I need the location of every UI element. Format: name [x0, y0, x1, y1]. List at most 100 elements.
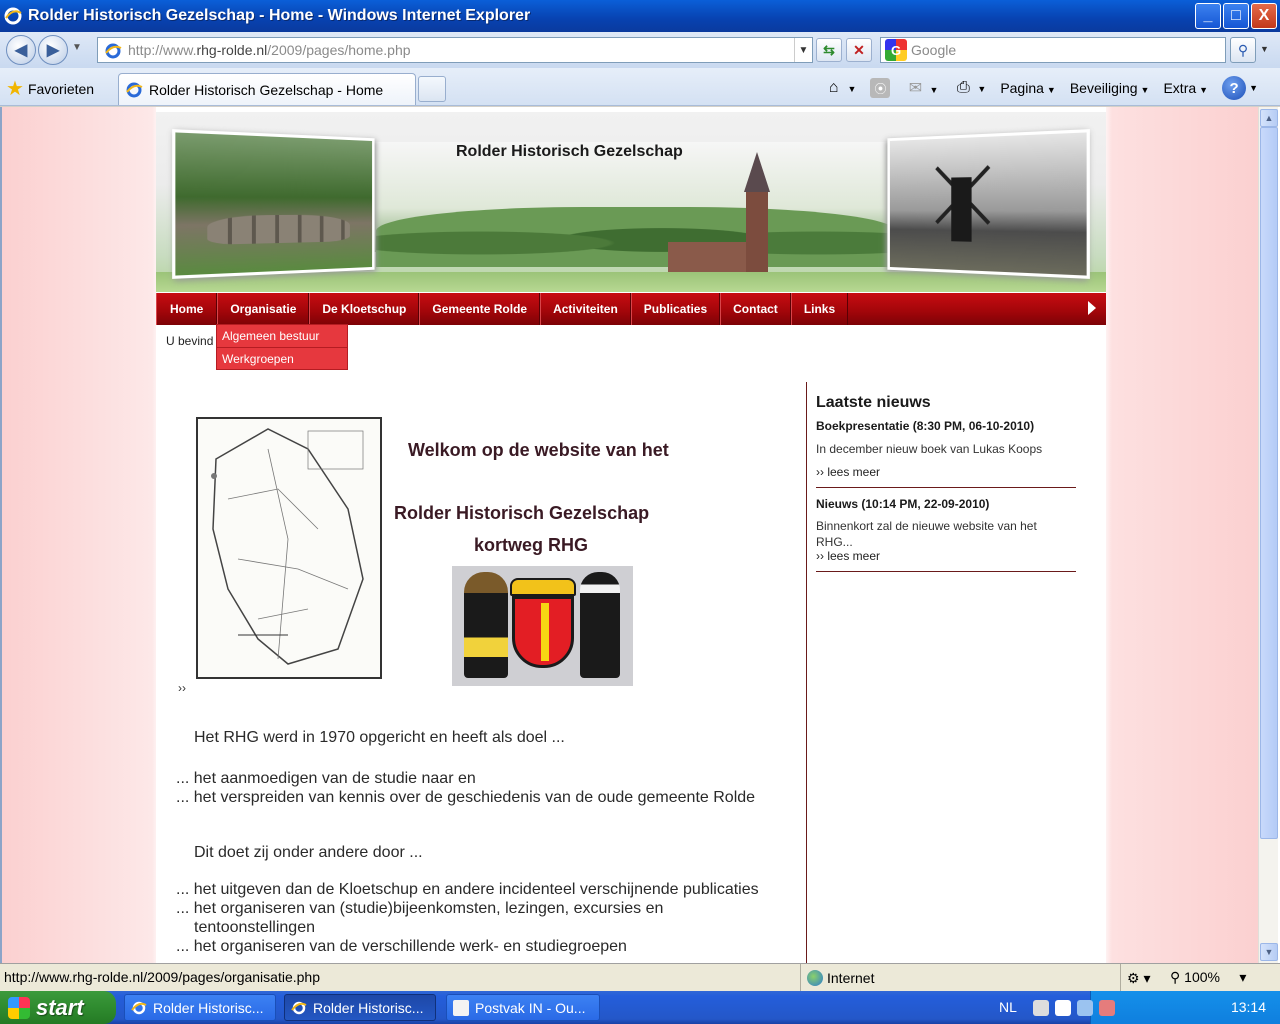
welcome-line-2: Rolder Historisch Gezelschap [394, 503, 649, 524]
address-bar[interactable]: http://www.rhg-rolde.nl/2009/pages/home.… [97, 37, 813, 63]
google-icon: G [885, 39, 907, 61]
favorites-label: Favorieten [28, 81, 94, 97]
nav-arrow-icon[interactable] [1088, 301, 1096, 315]
submenu-werkgroepen[interactable]: Werkgroepen [217, 347, 347, 369]
search-icon[interactable]: ⚲ [1230, 37, 1256, 63]
nav-activiteiten[interactable]: Activiteiten [540, 293, 631, 325]
page-ie-icon [104, 42, 122, 60]
minimize-button[interactable]: _ [1195, 3, 1221, 29]
column-divider [806, 382, 807, 963]
printer-icon: ⎙ [952, 77, 974, 99]
refresh-icon[interactable]: ⇆ [816, 38, 842, 62]
zoom-level[interactable]: ⚲ 100% ▾ [1170, 969, 1246, 986]
nav-gemeente-rolde[interactable]: Gemeente Rolde [419, 293, 540, 325]
globe-icon [807, 970, 823, 986]
news-separator [816, 487, 1076, 488]
ie-icon [291, 1000, 307, 1016]
means-item-1: ... het uitgeven dan de Kloetschup en an… [176, 880, 759, 899]
vertical-scrollbar[interactable]: ▲ ▼ [1258, 107, 1278, 963]
means-item-3: ... het organiseren van de verschillende… [176, 937, 627, 956]
site-title: Rolder Historisch Gezelschap [456, 143, 683, 161]
tab-title: Rolder Historisch Gezelschap - Home [149, 82, 383, 98]
close-button[interactable]: X [1251, 3, 1277, 29]
submenu-algemeen-bestuur[interactable]: Algemeen bestuur [217, 325, 347, 347]
back-button[interactable]: ◀ [6, 35, 36, 65]
welcome-line-3: kortweg RHG [474, 535, 588, 556]
mail-icon: ✉ [904, 77, 926, 99]
taskbar-item-ie-2[interactable]: Rolder Historisc... [284, 994, 436, 1021]
breadcrumb: U bevind [166, 334, 213, 348]
church-spire [744, 152, 770, 192]
map-link-arrow[interactable]: ›› [178, 681, 186, 695]
security-tray-icon[interactable] [1099, 1000, 1115, 1016]
news-item-title: Nieuws (10:14 PM, 22-09-2010) [816, 497, 989, 511]
maximize-button[interactable]: □ [1223, 3, 1249, 29]
security-zone[interactable]: Internet [800, 964, 874, 992]
language-indicator[interactable]: NL [999, 999, 1017, 1015]
tab-home[interactable]: Rolder Historisch Gezelschap - Home [118, 73, 416, 105]
command-bar: ⌂ ▼ ⦿ ✉ ▼ ⎙ ▼ Pagina ▼ Beveiliging ▼ Extra ▼ ?… [823, 76, 1258, 100]
tray-arrow-icon[interactable] [1055, 1000, 1071, 1016]
home-icon: ⌂ [823, 77, 845, 99]
security-menu[interactable]: Beveiliging ▼ [1070, 80, 1150, 96]
nav-organisatie[interactable]: Organisatie [217, 293, 309, 325]
mail-button[interactable]: ✉ ▼ [904, 77, 938, 99]
banner-grass [156, 272, 1106, 292]
search-placeholder: Google [911, 42, 956, 58]
tools-menu[interactable]: Extra ▼ [1163, 80, 1208, 96]
start-button[interactable]: start [0, 991, 116, 1024]
organisatie-submenu: Algemeen bestuur Werkgroepen [216, 324, 348, 370]
search-dropdown-icon[interactable]: ▼ [1260, 44, 1269, 54]
page-menu[interactable]: Pagina ▼ [1000, 80, 1056, 96]
nav-publicaties[interactable]: Publicaties [631, 293, 720, 325]
ie-logo-icon [4, 7, 22, 25]
news-item-body: Binnenkort zal de nieuwe website van het… [816, 518, 1056, 550]
scroll-thumb[interactable] [1260, 127, 1278, 839]
address-dropdown-icon[interactable]: ▼ [794, 38, 812, 62]
clock: 13:14 [1231, 999, 1266, 1015]
intro-text: Het RHG werd in 1970 opgericht en heeft … [176, 728, 565, 747]
goal-item-1: ... het aanmoedigen van de studie naar e… [176, 769, 476, 788]
home-button[interactable]: ⌂ ▼ [823, 77, 857, 99]
news-heading: Laatste nieuws [816, 394, 931, 412]
favorites-button[interactable]: ★ Favorieten [6, 76, 94, 101]
status-url: http://www.rhg-rolde.nl/2009/pages/organ… [4, 969, 320, 985]
address-url: http://www.rhg-rolde.nl/2009/pages/home.… [128, 42, 411, 58]
scroll-down-icon[interactable]: ▼ [1260, 943, 1278, 961]
status-bar: http://www.rhg-rolde.nl/2009/pages/organ… [0, 963, 1280, 991]
tab-ie-icon [125, 81, 143, 99]
search-input[interactable]: G Google [880, 37, 1226, 63]
ie-icon [131, 1000, 147, 1016]
print-button[interactable]: ⎙ ▼ [952, 77, 986, 99]
new-tab-button[interactable] [418, 76, 446, 102]
header-banner: Rolder Historisch Gezelschap [156, 112, 1106, 292]
window-titlebar: Rolder Historisch Gezelschap - Home - Wi… [0, 0, 1280, 32]
keyboard-icon[interactable] [1033, 1000, 1049, 1016]
news-read-more-link[interactable]: ›› lees meer [816, 465, 880, 479]
scroll-up-icon[interactable]: ▲ [1260, 109, 1278, 127]
forward-button[interactable]: ▶ [38, 35, 68, 65]
rolde-coat-of-arms-image [452, 566, 633, 686]
means-intro-text: Dit doet zij onder andere door ... [176, 843, 423, 862]
windmill-photo [887, 129, 1089, 279]
nav-home[interactable]: Home [156, 293, 217, 325]
news-read-more-link[interactable]: ›› lees meer [816, 549, 880, 563]
church-tower [746, 187, 768, 282]
protected-mode-icon[interactable]: ⚙ ▾ [1120, 964, 1150, 992]
nav-links[interactable]: Links [791, 293, 848, 325]
nav-contact[interactable]: Contact [720, 293, 791, 325]
help-icon: ? [1222, 76, 1246, 100]
stop-icon[interactable]: ✕ [846, 38, 872, 62]
taskbar-item-outlook[interactable]: Postvak IN - Ou... [446, 994, 600, 1021]
windows-flag-icon [8, 997, 30, 1019]
rss-icon[interactable]: ⦿ [870, 78, 890, 98]
window-title: Rolder Historisch Gezelschap - Home - Wi… [28, 7, 530, 25]
history-dropdown-icon[interactable]: ▼ [72, 42, 82, 53]
star-icon: ★ [6, 76, 24, 101]
search-tray-icon[interactable] [1077, 1000, 1093, 1016]
rolde-map-image [196, 417, 382, 679]
help-button[interactable]: ? ▼ [1222, 76, 1258, 100]
taskbar-item-ie-1[interactable]: Rolder Historisc... [124, 994, 276, 1021]
nav-de-kloetschup[interactable]: De Kloetschup [309, 293, 419, 325]
hunebed-photo [172, 129, 374, 279]
